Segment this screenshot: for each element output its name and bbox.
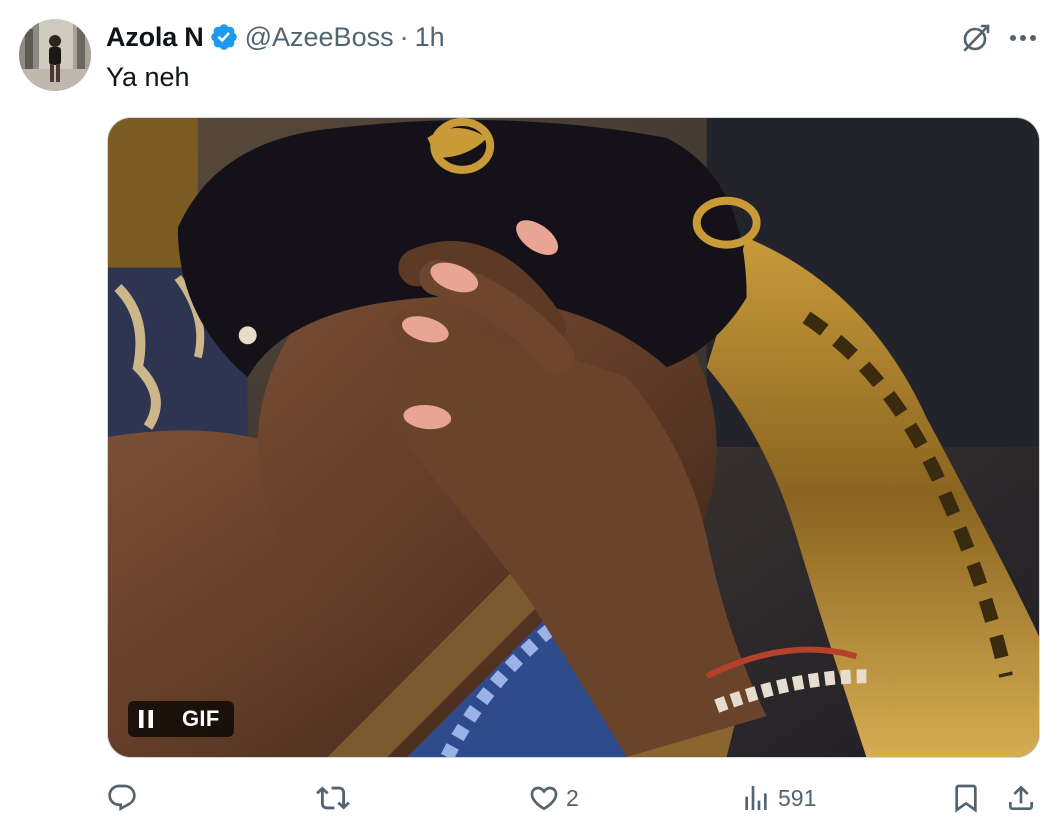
heart-icon [530, 786, 558, 811]
grok-icon [963, 24, 990, 52]
author-handle[interactable]: @AzeeBoss [245, 22, 394, 53]
bookmark-button[interactable] [950, 776, 982, 820]
more-options-button[interactable] [1005, 20, 1041, 56]
author-name[interactable]: Azola N [106, 22, 204, 53]
tweet[interactable]: Azola N @AzeeBoss · 1h Ya neh GIF 2 591 [0, 0, 1058, 832]
pause-button[interactable] [128, 701, 164, 737]
views-count: 591 [778, 784, 817, 811]
share-icon [1009, 785, 1033, 810]
pause-icon [139, 710, 153, 728]
tweet-text: Ya neh [106, 62, 190, 92]
verified-badge-icon[interactable] [209, 22, 239, 52]
repost-icon [316, 786, 350, 810]
tweet-header: Azola N @AzeeBoss · 1h [106, 18, 445, 56]
views-icon [745, 786, 767, 810]
avatar-image [19, 19, 91, 91]
action-bar: 2 591 [0, 776, 1058, 820]
gif-media[interactable]: GIF [107, 117, 1040, 758]
gif-label: GIF [182, 706, 220, 731]
like-button[interactable]: 2 [528, 776, 579, 820]
gif-badge: GIF [128, 701, 234, 737]
gif-frame-image [108, 118, 1039, 757]
more-dots-icon [1010, 35, 1036, 41]
share-button[interactable] [1005, 776, 1037, 820]
author-avatar[interactable] [19, 19, 91, 91]
views-button[interactable]: 591 [740, 776, 816, 820]
repost-button[interactable] [316, 776, 356, 820]
post-timestamp[interactable]: 1h [415, 22, 445, 53]
reply-icon [108, 784, 136, 811]
grok-button[interactable] [958, 20, 994, 56]
reply-button[interactable] [106, 776, 144, 820]
separator-dot: · [399, 21, 409, 52]
like-count: 2 [566, 784, 579, 811]
bookmark-icon [955, 784, 977, 813]
